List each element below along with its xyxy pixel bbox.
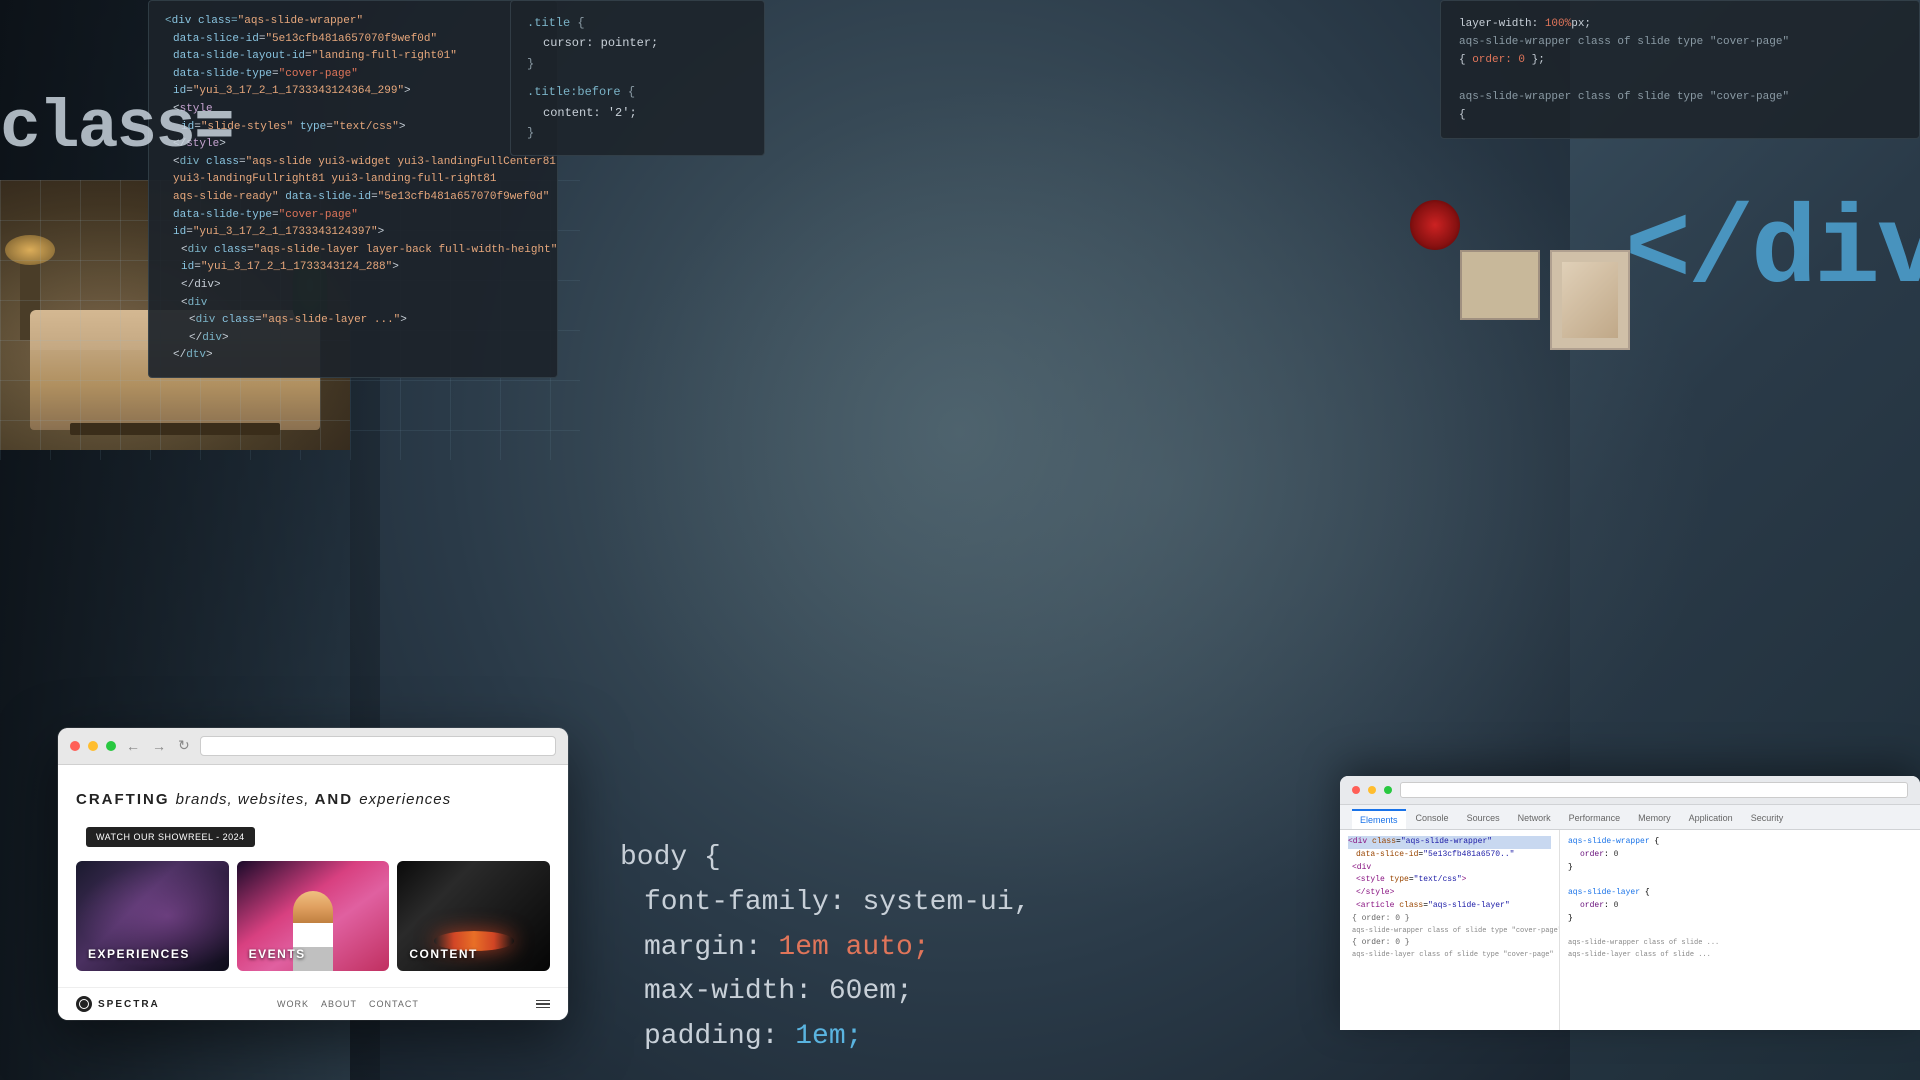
wall-art-1: [1460, 250, 1540, 320]
site-card-events[interactable]: EVENTS: [237, 861, 390, 971]
browser-mockup[interactable]: ← → ↻ CRAFTING brands, websites, AND exp…: [58, 728, 568, 1021]
tab-elements[interactable]: Elements: [1352, 809, 1406, 829]
class-equals-code-text: class=: [0, 90, 233, 167]
devtools-panel: Elements Console Sources Network Perform…: [1340, 776, 1920, 1030]
devtools-tabs: Elements Console Sources Network Perform…: [1340, 805, 1920, 830]
browser-back-button[interactable]: ←: [124, 738, 142, 754]
code-panel-topleft: <div class="aqs-slide-wrapper" data-slic…: [148, 0, 558, 378]
site-headline-row: CRAFTING brands, websites, AND experienc…: [76, 789, 550, 848]
devtools-maximize-dot[interactable]: [1384, 786, 1392, 794]
closing-div-text: </div: [1625, 190, 1920, 315]
tab-application[interactable]: Application: [1681, 809, 1741, 829]
site-footer: SPECTRA WORK ABOUT CONTACT: [58, 987, 568, 1020]
tab-network[interactable]: Network: [1510, 809, 1559, 829]
browser-minimize-dot[interactable]: [88, 741, 98, 751]
browser-address-bar[interactable]: [200, 736, 556, 756]
browser-forward-button[interactable]: →: [150, 738, 168, 754]
card-label-events: EVENTS: [249, 947, 306, 961]
card-label-content: CONTENT: [409, 947, 478, 961]
site-logo: SPECTRA: [76, 996, 160, 1012]
site-headline: CRAFTING brands, websites, AND experienc…: [76, 789, 451, 812]
hamburger-menu-icon[interactable]: [536, 1000, 550, 1009]
site-card-content[interactable]: CONTENT: [397, 861, 550, 971]
tab-security[interactable]: Security: [1743, 809, 1792, 829]
wall-art-2: [1550, 250, 1630, 350]
tab-sources[interactable]: Sources: [1459, 809, 1508, 829]
devtools-css-panel: aqs-slide-wrapper { order: 0 } aqs-slide…: [1560, 830, 1920, 1030]
tab-performance[interactable]: Performance: [1561, 809, 1629, 829]
site-logo-icon: [76, 996, 92, 1012]
browser-reload-button[interactable]: ↻: [176, 737, 192, 754]
code-panel-topright: layer-width: 100%px; aqs-slide-wrapper c…: [1440, 0, 1920, 139]
watch-showreel-button[interactable]: WATCH OUR SHOWREEL - 2024: [86, 827, 255, 847]
room-table: [70, 423, 280, 435]
site-nav-contact[interactable]: CONTACT: [369, 999, 419, 1009]
card-label-experiences: EXPERIENCES: [88, 947, 190, 961]
browser-close-dot[interactable]: [70, 741, 80, 751]
devtools-close-dot[interactable]: [1352, 786, 1360, 794]
browser-maximize-dot[interactable]: [106, 741, 116, 751]
css-body-selector: body {: [620, 836, 1080, 881]
tab-console[interactable]: Console: [1408, 809, 1457, 829]
devtools-minimize-dot[interactable]: [1368, 786, 1376, 794]
site-cards-row: EXPERIENCES EVENTS CONTENT: [76, 861, 550, 971]
site-nav-work[interactable]: WORK: [277, 999, 309, 1009]
devtools-address-bar[interactable]: [1400, 782, 1908, 798]
devtools-body: <div class="aqs-slide-wrapper" data-slic…: [1340, 830, 1920, 1030]
browser-toolbar: ← → ↻: [58, 728, 568, 765]
css-code-bottom-center: body { font-family: system-ui, margin: 1…: [600, 816, 1100, 1080]
code-panel-topcenter: .title { cursor: pointer; } .title:befor…: [510, 0, 765, 156]
red-circle-decoration: [1410, 200, 1460, 250]
site-logo-text: SPECTRA: [98, 999, 160, 1010]
tab-memory[interactable]: Memory: [1630, 809, 1679, 829]
devtools-html-panel: <div class="aqs-slide-wrapper" data-slic…: [1340, 830, 1560, 1030]
devtools-header: [1340, 776, 1920, 805]
site-card-experiences[interactable]: EXPERIENCES: [76, 861, 229, 971]
site-nav: WORK ABOUT CONTACT: [277, 999, 419, 1009]
site-nav-about[interactable]: ABOUT: [321, 999, 357, 1009]
browser-content-area: CRAFTING brands, websites, AND experienc…: [58, 765, 568, 988]
